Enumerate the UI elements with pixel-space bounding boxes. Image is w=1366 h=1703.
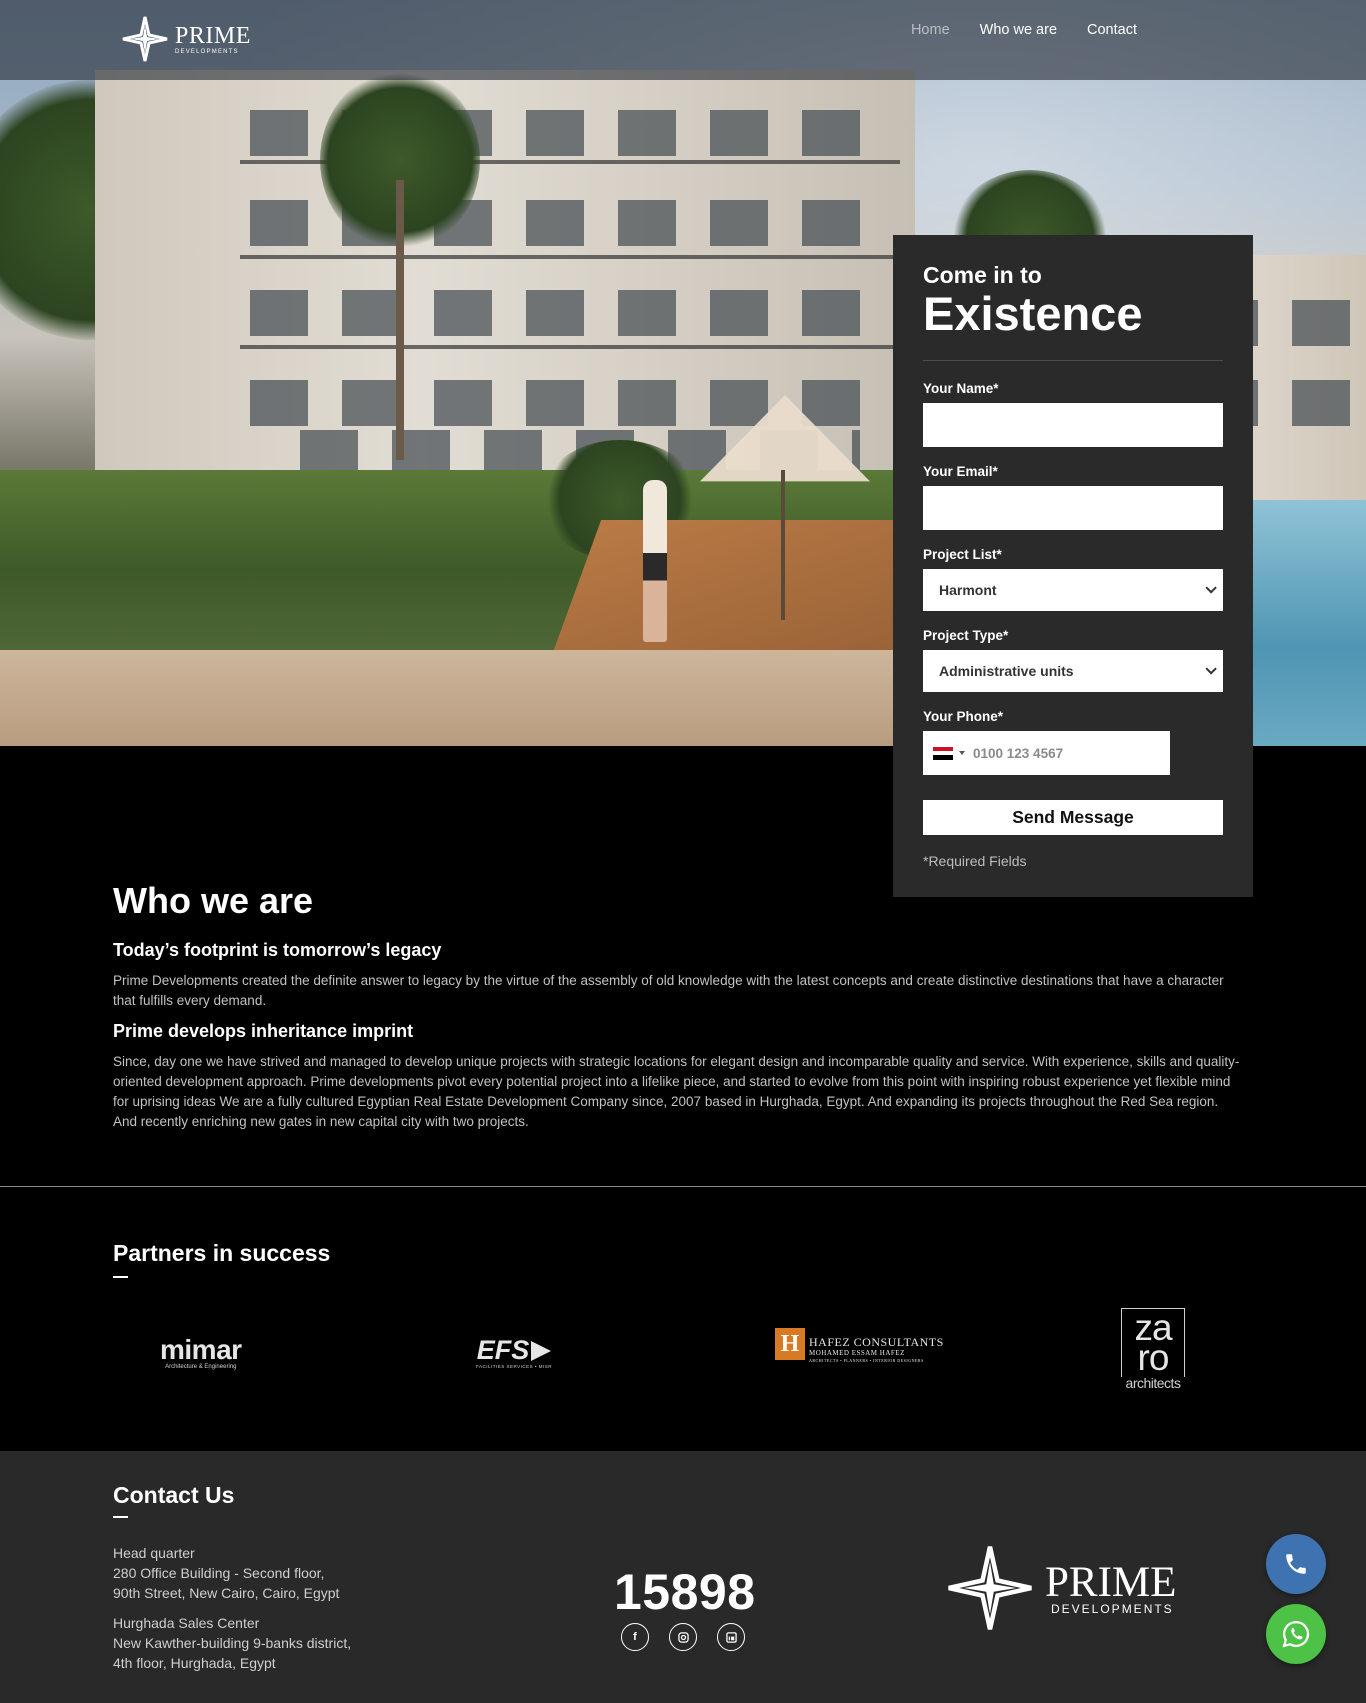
efs-arrow-icon [531,1340,552,1361]
chevron-down-icon [1205,663,1217,675]
hq-line-2: 90th Street, New Cairo, Cairo, Egypt [113,1585,340,1601]
who-paragraph-1: Prime Developments created the definite … [113,973,1224,1008]
sales-address: Hurghada Sales Center New Kawther-buildi… [113,1613,351,1673]
mimar-tagline: Architecture & Engineering [165,1364,237,1370]
form-divider [923,360,1223,362]
logo-subtitle: DEVELOPMENTS [175,48,239,55]
mimar-wordmark: mimar [160,1334,242,1365]
social-links: f [621,1623,745,1651]
partner-logo-efs: EFS FACILITIES SERVICES • MISR [476,1335,553,1370]
email-field[interactable] [923,486,1223,531]
phone-field[interactable]: 0100 123 4567 [923,731,1170,776]
sales-line-1: New Kawther-building 9-banks district, [113,1635,352,1651]
whatsapp-icon [1282,1620,1310,1648]
email-label: Your Email* [923,464,998,480]
section-divider [0,1186,1366,1187]
partner-logo-hafez: H HAFEZ CONSULTANTS MOHAMED ESSAM HAFEZ … [775,1328,944,1363]
project-type-label: Project Type* [923,628,1009,644]
chevron-down-icon [1205,582,1217,594]
egypt-flag-icon[interactable] [933,746,953,760]
partner-logo-zaro: za ro architects [1121,1308,1185,1391]
hafez-sub: MOHAMED ESSAM HAFEZ [809,1349,905,1357]
instagram-icon[interactable] [669,1623,697,1651]
hafez-name: HAFEZ CONSULTANTS [809,1335,944,1349]
footer-logo: PRIME DEVELOPMENTS [945,1543,1176,1633]
hafez-tagline: ARCHITECTS • PLANNERS • INTERIOR DESIGNE… [809,1358,924,1363]
project-list-label: Project List* [923,547,1002,563]
partners-title: Partners in success [113,1240,331,1266]
efs-tagline: FACILITIES SERVICES • MISR [476,1364,553,1369]
nav-contact[interactable]: Contact [1087,22,1137,38]
phone-placeholder: 0100 123 4567 [973,745,1064,761]
zaro-line-3: architects [1125,1375,1181,1391]
caret-down-icon[interactable] [959,751,965,756]
prime-star-icon [948,1546,1032,1630]
efs-wordmark: EFS [476,1335,530,1365]
footer-logo-wordmark: PRIME [1045,1558,1177,1606]
send-message-button[interactable]: Send Message [923,800,1223,836]
project-list-select[interactable]: Harmont [923,569,1223,612]
who-paragraph-2: Since, day one we have strived and manag… [113,1054,1240,1129]
project-type-value: Administrative units [939,663,1074,680]
footer-logo-subtitle: DEVELOPMENTS [1051,1601,1174,1616]
whatsapp-button[interactable] [1266,1604,1326,1664]
hq-line-1: 280 Office Building - Second floor, [113,1565,325,1581]
who-we-are-section: Who we are Today’s footprint is tomorrow… [113,880,1243,1132]
nav-home[interactable]: Home [911,22,950,38]
contact-title: Contact Us [113,1482,235,1508]
partners-title-underline [113,1276,128,1278]
facebook-icon[interactable]: f [621,1623,649,1651]
logo-wordmark: PRIME [175,22,251,49]
lead-form: Come in to Existence Your Name* Your Ema… [893,235,1253,897]
who-title: Who we are [113,880,314,921]
project-list-value: Harmont [939,582,997,599]
who-heading-2: Prime develops inheritance imprint [113,1021,414,1041]
top-navbar: PRIME DEVELOPMENTS Home Who we are Conta… [0,0,1366,80]
contact-title-underline [113,1516,128,1518]
call-button[interactable] [1266,1534,1326,1594]
sales-line-2: 4th floor, Hurghada, Egypt [113,1655,276,1671]
hq-address: Head quarter 280 Office Building - Secon… [113,1543,339,1603]
partner-logo-mimar: mimar Architecture & Engineering [160,1334,242,1371]
zaro-line-2: ro [1137,1337,1170,1378]
form-title-small: Come in to [923,262,1042,288]
contact-footer: Contact Us Head quarter 280 Office Build… [0,1451,1366,1703]
name-label: Your Name* [923,381,999,397]
phone-label: Your Phone* [923,709,1004,725]
who-heading-1: Today’s footprint is tomorrow’s legacy [113,940,442,960]
brand-logo[interactable]: PRIME DEVELOPMENTS [121,16,261,62]
phone-icon [1286,1554,1306,1574]
form-title-big: Existence [923,287,1143,341]
project-type-select[interactable]: Administrative units [923,650,1223,693]
required-note: *Required Fields [923,853,1027,870]
hq-label: Head quarter [113,1545,195,1561]
name-field[interactable] [923,403,1223,448]
nav-who-we-are[interactable]: Who we are [980,22,1057,38]
sales-label: Hurghada Sales Center [113,1615,260,1631]
hafez-mark: H [775,1328,805,1360]
prime-star-icon [122,16,168,62]
main-nav: Home Who we are Contact [911,22,1137,38]
linkedin-icon[interactable] [717,1623,745,1651]
hotline-number[interactable]: 15898 [614,1563,756,1621]
